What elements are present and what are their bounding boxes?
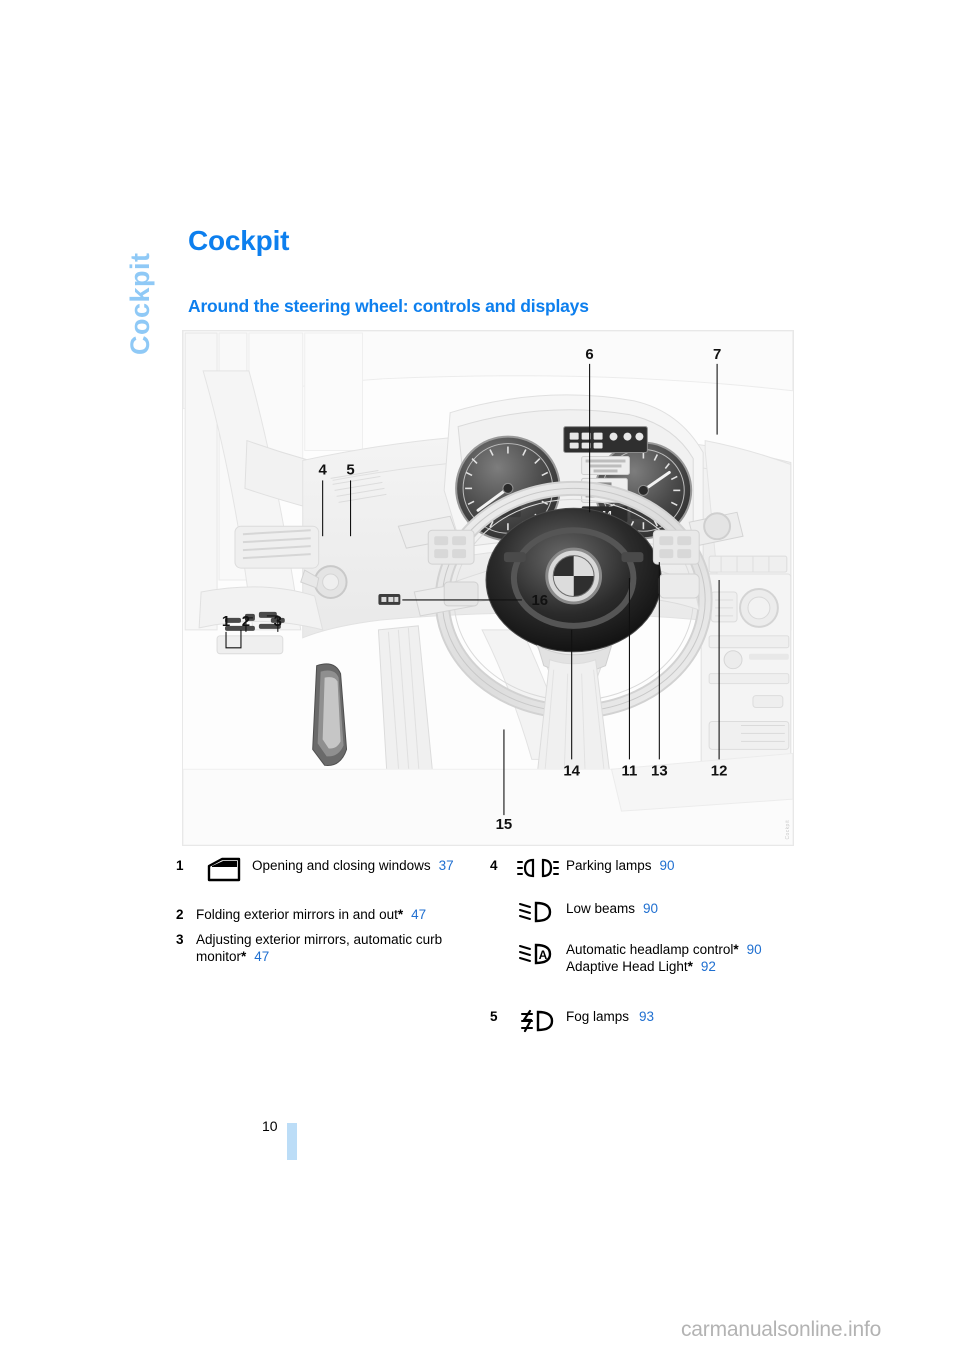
- callout-3: 3: [274, 613, 282, 630]
- legend-text: Automatic headlamp control* 90 Adaptive H…: [566, 940, 762, 975]
- option-asterisk: *: [241, 949, 247, 964]
- page-ref[interactable]: 37: [439, 858, 454, 873]
- legend-column-left: 1 Opening and closing windows 37 2 Foldin…: [176, 856, 476, 974]
- page-ref[interactable]: 93: [639, 1009, 654, 1024]
- legend-text: Adjusting exterior mirrors, automatic cu…: [196, 932, 443, 964]
- page-ref[interactable]: 90: [747, 942, 762, 957]
- section-heading: Around the steering wheel: controls and …: [188, 296, 589, 316]
- figure-reference-code: Cockpit: [785, 819, 791, 839]
- fog-lamps-icon: [510, 1007, 566, 1034]
- legend-item: Low beams 90: [490, 899, 790, 924]
- callout-16: 16: [531, 592, 548, 609]
- page-number: 10: [262, 1118, 278, 1134]
- parking-lamps-icon: [510, 856, 566, 879]
- legend-text: Opening and closing windows 37: [252, 858, 454, 873]
- legend-line: Adaptive Head Light* 92: [566, 959, 716, 974]
- page-title: Cockpit: [188, 225, 290, 256]
- legend-number: 5: [490, 1009, 498, 1024]
- manual-page: Cockpit Cockpit Around the steering whee…: [0, 0, 960, 1358]
- legend-text: Folding exterior mirrors in and out* 47: [196, 907, 427, 922]
- chapter-side-tab-label: Cockpit: [125, 252, 155, 355]
- car-window-icon: [196, 856, 252, 883]
- folio-marker-bar: [287, 1123, 297, 1160]
- callout-7: 7: [713, 346, 721, 363]
- callout-14: 14: [563, 762, 580, 779]
- chapter-side-tab: Cockpit: [122, 215, 162, 355]
- legend-column-right: 4 Parking lamps 90 Low beams 90 A Automa…: [490, 856, 790, 1043]
- low-beams-icon: [510, 899, 566, 924]
- callout-4: 4: [318, 461, 327, 478]
- legend-text: Low beams 90: [566, 901, 659, 916]
- svg-text:A: A: [539, 948, 548, 962]
- callout-1: 1: [222, 613, 230, 630]
- cockpit-diagram: M4: [183, 331, 793, 845]
- legend-number: 4: [490, 858, 498, 873]
- callout-15: 15: [496, 816, 513, 833]
- legend-text: Fog lamps 93: [566, 1009, 655, 1024]
- legend-number: 3: [176, 932, 184, 947]
- callout-6: 6: [585, 346, 593, 363]
- option-asterisk: *: [733, 942, 739, 957]
- option-asterisk: *: [687, 959, 693, 974]
- callout-13: 13: [651, 762, 668, 779]
- page-ref[interactable]: 92: [701, 959, 716, 974]
- page-ref[interactable]: 90: [643, 901, 658, 916]
- callout-2: 2: [242, 613, 250, 630]
- legend-number: 2: [176, 907, 184, 922]
- page-ref[interactable]: 90: [660, 858, 675, 873]
- cockpit-illustration: M4: [182, 330, 794, 846]
- callout-12: 12: [711, 762, 728, 779]
- legend-item: 3 Adjusting exterior mirrors, automatic …: [176, 930, 476, 965]
- legend-item: 5 Fog lamps 93: [490, 1007, 790, 1034]
- callout-11a: 11: [622, 762, 638, 779]
- page-ref[interactable]: 47: [254, 949, 269, 964]
- legend-number: 1: [176, 858, 184, 873]
- site-watermark: carmanualsonline.info: [681, 1318, 882, 1341]
- callout-5: 5: [346, 461, 354, 478]
- automatic-headlamp-icon: A: [510, 940, 566, 975]
- option-asterisk: *: [397, 907, 404, 922]
- page-ref[interactable]: 47: [411, 907, 426, 922]
- legend-text: Parking lamps 90: [566, 858, 675, 873]
- legend-line: Automatic headlamp control* 90: [566, 942, 762, 957]
- legend-item: 1 Opening and closing windows 37: [176, 856, 476, 883]
- legend-item: 2 Folding exterior mirrors in and out* 47: [176, 905, 476, 923]
- legend-item: 4 Parking lamps 90: [490, 856, 790, 879]
- legend-item: A Automatic headlamp control* 90 Adaptive…: [490, 940, 790, 975]
